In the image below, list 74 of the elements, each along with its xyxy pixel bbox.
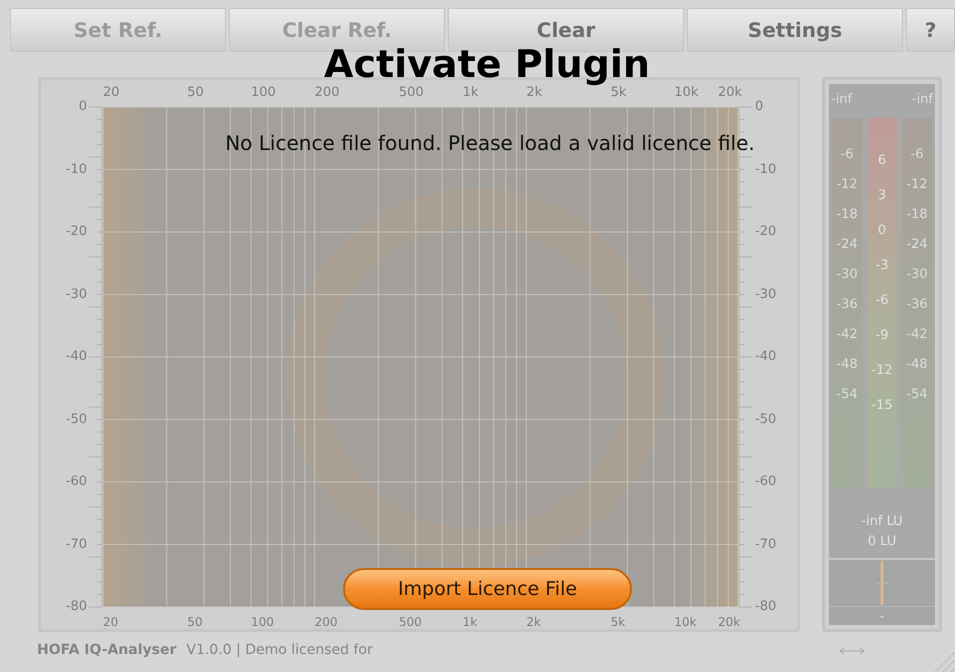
scale-label: -12 bbox=[906, 178, 928, 191]
scale-label: 0 bbox=[878, 224, 886, 237]
import-licence-button[interactable]: Import Licence File bbox=[343, 568, 632, 610]
db-label: -40 bbox=[755, 350, 776, 363]
db-label: -70 bbox=[755, 538, 776, 550]
scale-label: -12 bbox=[871, 364, 893, 377]
db-label: -60 bbox=[64, 475, 87, 488]
frequency-label: 500 bbox=[398, 616, 422, 628]
db-label: -20 bbox=[755, 225, 776, 238]
frequency-label: 100 bbox=[250, 86, 276, 99]
scale-label: -6 bbox=[910, 148, 924, 161]
scale-label: -6 bbox=[840, 148, 854, 161]
resize-horizontal-icon[interactable] bbox=[840, 646, 864, 654]
scale-label: -54 bbox=[906, 388, 928, 401]
toolbar-button[interactable]: Settings bbox=[687, 8, 903, 52]
frequency-label: 20 bbox=[103, 616, 118, 628]
frequency-label: 200 bbox=[314, 86, 340, 99]
frequency-label: 50 bbox=[187, 616, 202, 628]
loudness-readout: -inf LU bbox=[861, 513, 903, 532]
scale-label: -18 bbox=[906, 208, 928, 221]
lower-readout: - bbox=[880, 608, 884, 625]
scale-label: -12 bbox=[836, 178, 858, 191]
frequency-label: 500 bbox=[398, 86, 424, 99]
frequency-label: 10k bbox=[674, 616, 696, 628]
frequency-label: 50 bbox=[187, 86, 204, 99]
scale-label: 6 bbox=[878, 154, 886, 167]
frequency-label: 10k bbox=[674, 86, 698, 99]
frequency-label: 200 bbox=[314, 616, 338, 628]
db-label: -70 bbox=[64, 538, 87, 550]
scale-label: -36 bbox=[836, 298, 858, 311]
frequency-label: 100 bbox=[250, 616, 274, 628]
scale-label: -24 bbox=[906, 238, 928, 251]
db-label: -20 bbox=[64, 225, 87, 238]
scale-label: 3 bbox=[878, 189, 886, 202]
scale-label: -30 bbox=[836, 268, 858, 281]
scale-label: -6 bbox=[876, 294, 888, 307]
frequency-label: 5k bbox=[610, 616, 626, 628]
dialog-message: No Licence file found. Please load a valid licence file. bbox=[224, 130, 756, 157]
product-name: HOFA IQ-Analyser bbox=[37, 641, 176, 660]
scale-label: -48 bbox=[836, 358, 858, 371]
frequency-label: 20 bbox=[103, 86, 120, 99]
scale-label: -48 bbox=[906, 358, 928, 371]
scale-label: -18 bbox=[836, 208, 858, 221]
scale-label: -42 bbox=[906, 328, 928, 341]
db-label: -40 bbox=[64, 350, 87, 363]
db-label: -50 bbox=[64, 412, 87, 426]
db-label: -60 bbox=[755, 475, 776, 488]
scale-label: -24 bbox=[836, 238, 858, 251]
frequency-label: 20k bbox=[718, 616, 740, 628]
frequency-label: 1k bbox=[462, 616, 478, 628]
db-label: -10 bbox=[755, 162, 776, 176]
db-label: -80 bbox=[755, 600, 776, 613]
frequency-label: 2k bbox=[526, 616, 541, 628]
frequency-label: 2k bbox=[526, 86, 542, 99]
scale-label: -15 bbox=[871, 399, 893, 412]
db-label: -30 bbox=[64, 288, 87, 300]
frequency-label: 1k bbox=[462, 86, 478, 99]
scale-label: -54 bbox=[836, 388, 858, 401]
loudness-range-readout: 0 LU bbox=[868, 532, 896, 551]
scale-label: -30 bbox=[906, 268, 928, 281]
db-label: -50 bbox=[755, 412, 776, 426]
scale-label: -42 bbox=[836, 328, 858, 341]
db-label: 0 bbox=[755, 100, 764, 113]
scale-label: -9 bbox=[876, 329, 888, 342]
version-text: V1.0.0 | Demo licensed for bbox=[186, 641, 373, 660]
db-label: 0 bbox=[78, 100, 87, 113]
scale-label: -3 bbox=[876, 259, 888, 272]
frequency-label: 20k bbox=[718, 86, 742, 99]
scale-label: -36 bbox=[906, 298, 928, 311]
db-label: -80 bbox=[64, 600, 87, 613]
frequency-label: 5k bbox=[610, 86, 626, 99]
toolbar-button[interactable]: ? bbox=[906, 8, 955, 52]
db-label: -30 bbox=[755, 288, 776, 300]
db-label: -10 bbox=[64, 162, 87, 176]
